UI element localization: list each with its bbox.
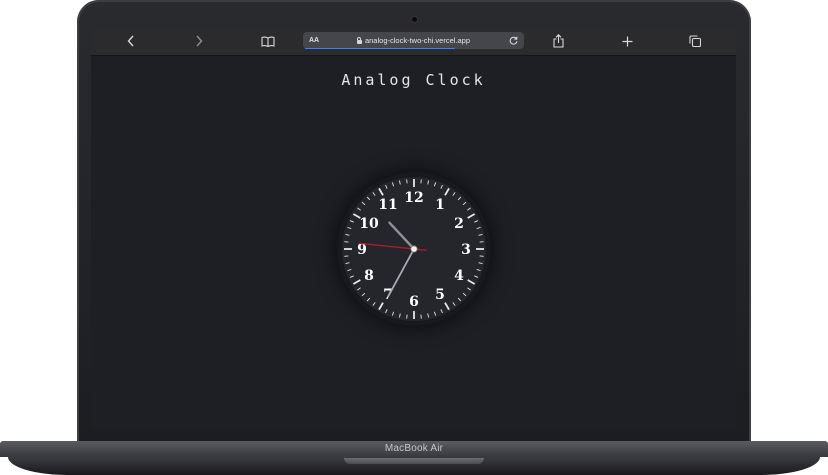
laptop-hinge: MacBook Air — [0, 441, 828, 457]
device-label: MacBook Air — [384, 443, 444, 454]
clock-number: 11 — [378, 197, 397, 213]
page-title: Analog Clock — [341, 71, 486, 89]
browser-screen: AA analog-clock-two-chi.vercel.app Analo… — [91, 27, 736, 430]
share-icon[interactable] — [546, 27, 570, 55]
clock-number: 3 — [461, 242, 471, 258]
clock-center-pin — [410, 245, 418, 253]
chevron-left-icon[interactable] — [119, 27, 143, 55]
lid-notch — [344, 458, 484, 464]
url-text[interactable]: analog-clock-two-chi.vercel.app — [365, 36, 470, 45]
clock-number: 5 — [435, 287, 445, 303]
plus-icon[interactable] — [615, 27, 639, 55]
reload-icon[interactable] — [506, 32, 520, 49]
lock-icon — [356, 36, 362, 44]
clock-number: 1 — [435, 197, 445, 213]
address-bar[interactable]: AA analog-clock-two-chi.vercel.app — [303, 32, 524, 49]
page-load-progress — [305, 47, 455, 49]
clock-number: 4 — [454, 268, 464, 284]
clock-number: 6 — [409, 294, 419, 310]
clock-number: 8 — [364, 268, 374, 284]
analog-clock: 121234567891011 — [340, 175, 488, 323]
clock-number: 2 — [454, 216, 464, 232]
tabs-icon[interactable] — [683, 27, 707, 55]
clock-number: 10 — [359, 216, 379, 232]
laptop-base: MacBook Air — [0, 441, 828, 475]
browser-toolbar: AA analog-clock-two-chi.vercel.app — [91, 27, 736, 56]
clock-number: 12 — [404, 190, 423, 206]
chevron-right-icon[interactable] — [187, 27, 211, 55]
camera-icon — [411, 16, 418, 23]
book-icon[interactable] — [256, 27, 280, 55]
